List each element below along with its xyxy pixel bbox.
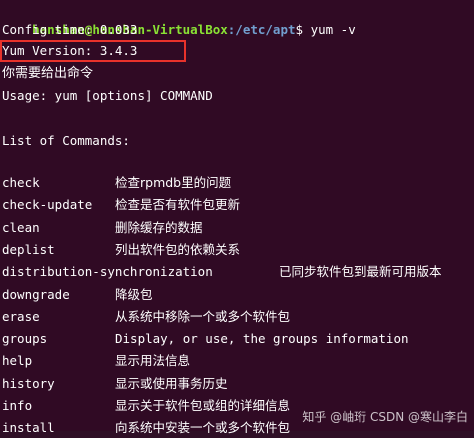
prompt-line: hanshan@hanshan-VirtualBox:/etc/apt$ yum…: [2, 0, 356, 37]
watermark-csdn: CSDN @寒山李白: [369, 410, 468, 424]
config-time-line: Config time: 0.033: [2, 22, 138, 37]
command-name: clean: [2, 219, 40, 235]
command-description: 显示用法信息: [115, 353, 191, 369]
command-name: groups: [2, 331, 48, 347]
command-description: 检查是否有软件包更新: [115, 197, 241, 213]
command-name: info: [2, 398, 33, 413]
usage-line: Usage: yum [options] COMMAND: [2, 88, 213, 103]
command-row: clean 删除缓存的数据: [2, 218, 474, 238]
command-name: deplist: [2, 241, 55, 257]
command-description: 列出软件包的依赖关系: [115, 241, 241, 257]
command-name: distribution-synchronization: [2, 264, 213, 280]
prompt-symbol: $: [295, 22, 304, 37]
command-row: check-update 检查是否有软件包更新: [2, 195, 474, 215]
command-description: 删除缓存的数据: [115, 219, 203, 235]
command-description: 检查rpmdb里的问题: [115, 175, 232, 190]
command-name: check-update: [2, 197, 93, 213]
command-name: help: [2, 353, 33, 369]
command-name: history: [2, 375, 55, 391]
command-name: check: [2, 175, 40, 190]
red-highlight-box: [0, 40, 186, 62]
command-row: groups Display, or use, the groups inform…: [2, 329, 474, 349]
command-row: deplist 列出软件包的依赖关系: [2, 240, 474, 260]
command-description: 显示或使用事务历史: [115, 375, 228, 391]
watermark-zhihu: 知乎 @岫珩: [302, 410, 367, 424]
command-description: Display, or use, the groups information: [115, 331, 409, 347]
command-row: downgrade 降级包: [2, 285, 474, 305]
command-description: 已同步软件包到最新可用版本: [279, 264, 442, 280]
command-description: 向系统中安装一个或多个软件包: [115, 420, 291, 436]
prompt-command: yum -v: [303, 22, 356, 37]
command-row: erase 从系统中移除一个或多个软件包: [2, 307, 474, 327]
command-description: 显示关于软件包或组的详细信息: [115, 398, 291, 413]
watermark: 知乎 @岫珩 CSDN @寒山李白: [302, 408, 468, 425]
command-name: erase: [2, 308, 40, 324]
terminal-window[interactable]: hanshan@hanshan-VirtualBox:/etc/apt$ yum…: [0, 0, 474, 435]
need-command-line: 你需要给出命令: [2, 66, 94, 81]
command-name: install: [2, 420, 55, 436]
command-name: downgrade: [2, 286, 70, 302]
command-description: 降级包: [115, 286, 153, 302]
command-row: history 显示或使用事务历史: [2, 374, 474, 394]
command-row: check 检查rpmdb里的问题: [2, 173, 474, 193]
command-description: 从系统中移除一个或多个软件包: [115, 308, 291, 324]
prompt-path: :/etc/apt: [227, 22, 296, 37]
command-row: help 显示用法信息: [2, 351, 474, 371]
list-header: List of Commands:: [2, 133, 130, 148]
command-row: distribution-synchronization 已同步软件包到最新可用版…: [2, 262, 474, 282]
